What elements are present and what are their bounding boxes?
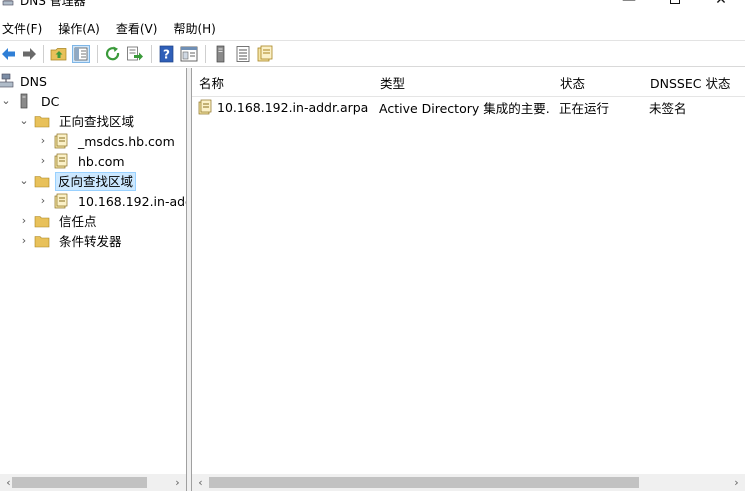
tree-item-msdcs[interactable]: › _msdcs.hb.com [37, 131, 179, 151]
dns-server-icon[interactable] [212, 45, 230, 63]
tree-item-trust-points[interactable]: › 信任点 [18, 211, 101, 231]
row-name: 10.168.192.in-addr.arpa [217, 99, 369, 115]
row-cell-status: 正在运行 [559, 97, 641, 117]
row-type: Active Directory 集成的主要... [379, 100, 551, 116]
server-icon [20, 93, 28, 109]
tree-label-reverse-zones: 反向查找区域 [55, 171, 137, 191]
maximize-icon [670, 0, 680, 4]
window-title: DNS 管理器 [20, 0, 86, 8]
row-dnssec: 未签名 [649, 100, 687, 116]
column-header-status[interactable]: 状态 [553, 68, 644, 96]
scroll-right-icon[interactable]: › [169, 474, 186, 491]
column-label-name: 名称 [199, 75, 225, 91]
zone-icon [54, 193, 68, 209]
tree-label-msdcs: _msdcs.hb.com [78, 133, 175, 149]
tree-item-reverse-zone[interactable]: › 10.168.192.in-addr. [37, 191, 186, 211]
chevron-right-icon[interactable]: › [18, 215, 30, 227]
folder-icon [34, 236, 50, 248]
up-folder-icon[interactable] [50, 45, 68, 63]
row-status: 正在运行 [559, 100, 610, 116]
dns-root-icon [0, 73, 14, 88]
menu-help[interactable]: 帮助(H) [171, 19, 215, 39]
scrollbar-thumb[interactable] [209, 477, 639, 488]
menu-file[interactable]: 文件(F) [0, 19, 42, 39]
scrollbar-thumb[interactable] [12, 477, 147, 488]
row-cell-dnssec: 未签名 [649, 97, 744, 117]
tree-label-forward-zones: 正向查找区域 [59, 113, 135, 129]
zone-icon [54, 153, 68, 169]
chevron-right-icon[interactable]: › [37, 155, 49, 167]
refresh-icon[interactable] [104, 45, 122, 63]
maximize-button[interactable] [652, 0, 698, 10]
toolbar: ? [0, 40, 745, 67]
row-cell-name: 10.168.192.in-addr.arpa [197, 97, 373, 117]
list-horizontal-scrollbar[interactable]: ‹ › [192, 474, 745, 491]
chevron-down-icon[interactable]: ⌄ [18, 175, 30, 187]
row-cell-type: Active Directory 集成的主要... [379, 97, 551, 117]
close-icon: ✕ [715, 0, 727, 8]
svg-text:?: ? [163, 48, 170, 62]
properties-icon[interactable] [180, 45, 198, 63]
chevron-down-icon[interactable]: ⌄ [18, 115, 30, 127]
minimize-button[interactable]: — [606, 0, 652, 10]
menu-bar: 文件(F) 操作(A) 查看(V) 帮助(H) [0, 18, 745, 40]
tree-label-dns: DNS [20, 73, 47, 89]
folder-icon [34, 116, 50, 128]
tree-item-conditional-forwarders[interactable]: › 条件转发器 [18, 231, 126, 251]
tree-horizontal-scrollbar[interactable]: ‹ › [0, 474, 186, 491]
scroll-right-icon[interactable]: › [728, 474, 745, 491]
tree-item-forward-zones[interactable]: ⌄ 正向查找区域 [18, 111, 138, 131]
zone-icon [54, 133, 68, 149]
column-label-status: 状态 [560, 75, 586, 91]
tree-item-reverse-zones[interactable]: ⌄ 反向查找区域 [18, 171, 137, 191]
back-icon[interactable] [0, 45, 18, 63]
tree-label-dc: DC [41, 93, 60, 109]
tree-pane: DNS ⌄ DC ⌄ 正向查找区域 › _msdcs.hb.com › hb.c… [0, 68, 187, 491]
menu-view[interactable]: 查看(V) [114, 19, 158, 39]
forward-icon[interactable] [20, 45, 38, 63]
title-bar: DNS 管理器 — ✕ [0, 0, 745, 18]
column-header-type[interactable]: 类型 [373, 68, 554, 96]
tree-label-reverse-zone: 10.168.192.in-addr. [78, 193, 186, 209]
chevron-right-icon[interactable]: › [37, 135, 49, 147]
close-button[interactable]: ✕ [698, 0, 744, 10]
list-pane: 名称 类型 状态 DNSSEC 状态 10.168.192.in-addr.ar… [191, 68, 745, 491]
tree-item-hb-com[interactable]: › hb.com [37, 151, 129, 171]
zone-icon [198, 99, 212, 115]
chevron-down-icon[interactable]: ⌄ [0, 95, 12, 107]
new-zone-icon[interactable] [256, 45, 274, 63]
show-hide-tree-icon[interactable] [72, 45, 90, 63]
tree-label-trust-points: 信任点 [59, 213, 97, 229]
folder-icon [34, 216, 50, 228]
minimize-icon: — [622, 0, 636, 8]
tree-item-dc[interactable]: ⌄ DC [0, 91, 63, 111]
menu-action[interactable]: 操作(A) [56, 19, 100, 39]
help-icon[interactable]: ? [158, 45, 176, 63]
dns-app-icon [2, 0, 14, 6]
chevron-right-icon[interactable]: › [18, 235, 30, 247]
tree-item-dns[interactable]: DNS [0, 71, 51, 91]
column-label-dnssec: DNSSEC 状态 [650, 75, 731, 91]
folder-icon [34, 176, 50, 188]
export-list-icon[interactable] [126, 45, 144, 63]
column-header-name[interactable]: 名称 [192, 68, 374, 96]
tree-label-hb-com: hb.com [78, 153, 125, 169]
chevron-right-icon[interactable]: › [37, 195, 49, 207]
scroll-left-icon[interactable]: ‹ [192, 474, 209, 491]
column-header-dnssec[interactable]: DNSSEC 状态 [643, 68, 745, 96]
zone-list-icon[interactable] [234, 45, 252, 63]
column-label-type: 类型 [380, 75, 406, 91]
tree-label-conditional-forwarders: 条件转发器 [59, 233, 122, 249]
